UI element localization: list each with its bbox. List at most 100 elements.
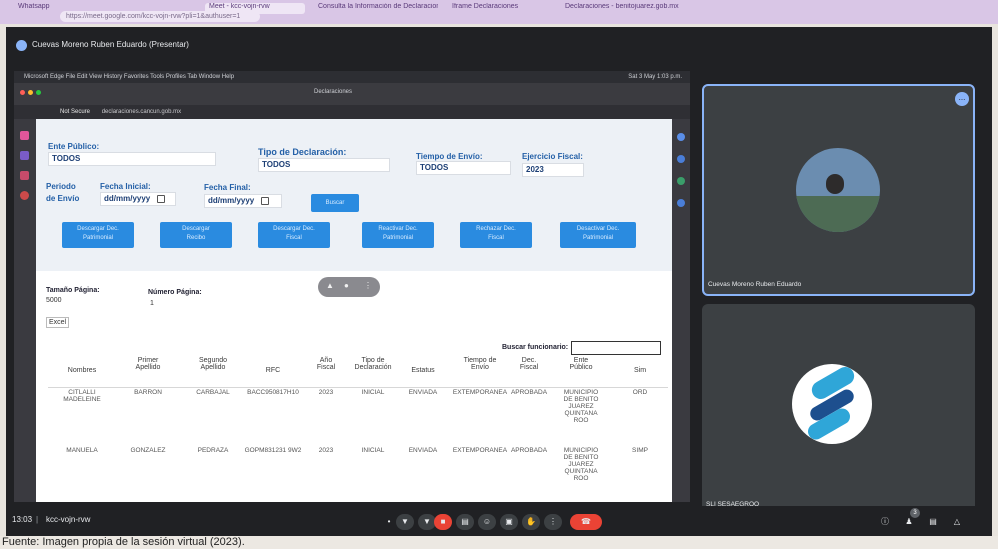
- descargar-recibo-button[interactable]: Descargar Recibo: [160, 222, 232, 248]
- table-cell: APROBADA: [506, 389, 552, 396]
- column-header[interactable]: Sim: [620, 367, 660, 374]
- sidebar-tool-icon[interactable]: [677, 177, 685, 185]
- sidebar-app-icon[interactable]: [20, 171, 29, 180]
- close-dot-icon[interactable]: [20, 90, 25, 95]
- fecha-final-input[interactable]: dd/mm/yyyy: [204, 194, 282, 208]
- browser-tab[interactable]: Consulta la Información de Declaraciones: [318, 3, 438, 14]
- cell-line: MADELEINE: [63, 396, 101, 403]
- table-cell: SIMP: [620, 447, 660, 454]
- button-line: Descargar Dec.: [77, 226, 119, 232]
- captions-button[interactable]: ▤: [456, 514, 474, 530]
- table-cell: PEDRAZA: [182, 447, 244, 454]
- sidebar-tool-icon[interactable]: [677, 155, 685, 163]
- cell-line: INICIAL: [361, 447, 385, 454]
- leave-call-button[interactable]: ☎: [570, 514, 602, 530]
- meet-control-bar: 13:03 | kcc-vojn-rvw: [6, 506, 992, 536]
- tamano-select[interactable]: 5000: [46, 297, 62, 304]
- camera-off-button[interactable]: ■: [434, 514, 452, 530]
- calendar-icon[interactable]: [157, 194, 166, 203]
- sidebar-app-icon[interactable]: [20, 151, 29, 160]
- column-header[interactable]: Estatus: [400, 367, 446, 374]
- header-line: Sim: [633, 367, 647, 374]
- tamano-label: Tamaño Página:: [46, 287, 100, 294]
- cell-line: APROBADA: [510, 389, 548, 396]
- header-line: Envío: [471, 364, 489, 371]
- participant-tile-presenter: ... Cuevas Moreno Ruben Eduardo: [702, 84, 975, 296]
- address-bar[interactable]: https://meet.google.com/kcc-vojn-rvw?pli…: [60, 11, 260, 22]
- reactivar-patrimonial-button[interactable]: Reactivar Dec. Patrimonial: [362, 222, 434, 248]
- buscar-funcionario-input[interactable]: [571, 341, 661, 355]
- more-options-button[interactable]: ⋮: [544, 514, 562, 530]
- cell-line: DE BENITO: [563, 396, 599, 403]
- mic-button[interactable]: ▼: [396, 514, 414, 530]
- emoji-button[interactable]: ☺: [478, 514, 496, 530]
- column-header[interactable]: Ente Público: [550, 357, 612, 371]
- ejercicio-label: Ejercicio Fiscal:: [522, 152, 583, 161]
- tipo-select[interactable]: TODOS: [258, 158, 390, 172]
- raise-hand-icon[interactable]: ✋: [522, 514, 540, 530]
- sidebar-tool-icon[interactable]: [677, 199, 685, 207]
- numero-select[interactable]: 1: [150, 300, 154, 307]
- sidebar-app-icon[interactable]: [20, 131, 29, 140]
- cell-line: QUINTANA: [564, 410, 598, 417]
- ejercicio-select[interactable]: 2023: [522, 163, 584, 177]
- cell-line: ORD: [632, 389, 648, 396]
- more-vert-icon[interactable]: ⋮: [364, 281, 372, 290]
- fecha-final-placeholder: dd/mm/yyyy: [208, 196, 255, 205]
- cell-line: APROBADA: [510, 447, 548, 454]
- button-line: Desactivar Dec.: [576, 226, 620, 232]
- edge-address-bar[interactable]: Not Secure declaraciones.cancun.gob.mx: [14, 105, 690, 119]
- declaraciones-page: Ente Público: TODOS Tipo de Declaración:…: [36, 119, 672, 502]
- descargar-fiscal-button[interactable]: Descargar Dec. Fiscal: [258, 222, 330, 248]
- button-line: Fiscal: [286, 235, 302, 241]
- ente-select[interactable]: TODOS: [48, 152, 216, 166]
- more-options-icon[interactable]: ...: [955, 92, 969, 106]
- pin-icon[interactable]: ▲: [326, 281, 334, 290]
- rechazar-fiscal-button[interactable]: Rechazar Dec. Fiscal: [460, 222, 532, 248]
- cell-line: CITLALLI: [68, 389, 96, 396]
- fecha-inicial-placeholder: dd/mm/yyyy: [104, 194, 151, 203]
- table-cell: INICIAL: [348, 447, 398, 454]
- minimize-dot-icon[interactable]: [28, 90, 33, 95]
- ente-label: Ente Público:: [48, 142, 100, 151]
- hide-icon[interactable]: ●: [344, 281, 349, 290]
- edge-tabbar: Declaraciones: [14, 83, 690, 105]
- column-header[interactable]: Segundo Apellido: [182, 357, 244, 371]
- column-header[interactable]: Dec. Fiscal: [506, 357, 552, 371]
- chat-icon[interactable]: ▤: [924, 514, 942, 530]
- sidebar-tool-icon[interactable]: [677, 133, 685, 141]
- column-header[interactable]: Tipo de Declaración: [348, 357, 398, 371]
- column-header[interactable]: Tiempo de Envío: [450, 357, 510, 371]
- table-cell: APROBADA: [506, 447, 552, 454]
- table-cell: GOPM831231 9W2: [242, 447, 304, 454]
- present-button[interactable]: ▣: [500, 514, 518, 530]
- cell-line: CARBAJAL: [196, 389, 230, 396]
- mac-clock: Sat 3 May 1:03 p.m.: [628, 74, 682, 80]
- descargar-patrimonial-button[interactable]: Descargar Dec. Patrimonial: [62, 222, 134, 248]
- maximize-dot-icon[interactable]: [36, 90, 41, 95]
- button-line: Reactivar Dec.: [378, 226, 418, 232]
- browser-tab[interactable]: Declaraciones - benitojuarez.gob.mx: [565, 3, 685, 14]
- activities-icon[interactable]: △: [948, 514, 966, 530]
- tiempo-select[interactable]: TODOS: [416, 161, 511, 175]
- column-header[interactable]: RFC: [242, 367, 304, 374]
- sidebar-app-icon[interactable]: [20, 191, 29, 200]
- tipo-label: Tipo de Declaración:: [258, 147, 347, 157]
- column-header[interactable]: Nombres: [50, 367, 114, 374]
- desactivar-patrimonial-button[interactable]: Desactivar Dec. Patrimonial: [560, 222, 636, 248]
- calendar-icon[interactable]: [261, 196, 270, 205]
- fecha-inicial-input[interactable]: dd/mm/yyyy: [100, 192, 176, 206]
- cell-line: EXTEMPORANEA: [452, 389, 508, 396]
- people-count-badge: 3: [910, 508, 920, 518]
- buscar-button[interactable]: Buscar: [311, 194, 359, 212]
- edge-right-sidebar: [672, 119, 690, 502]
- edge-url: declaraciones.cancun.gob.mx: [101, 109, 182, 115]
- browser-tab[interactable]: Iframe Declaraciones: [452, 3, 552, 14]
- column-header[interactable]: Primer Apellido: [118, 357, 178, 371]
- header-line: Estatus: [411, 367, 435, 374]
- numero-label: Número Página:: [148, 289, 202, 296]
- column-header[interactable]: Año Fiscal: [306, 357, 346, 371]
- excel-button[interactable]: Excel: [46, 317, 70, 328]
- button-line: Descargar Dec.: [273, 226, 315, 232]
- info-icon[interactable]: ⓘ: [876, 514, 894, 530]
